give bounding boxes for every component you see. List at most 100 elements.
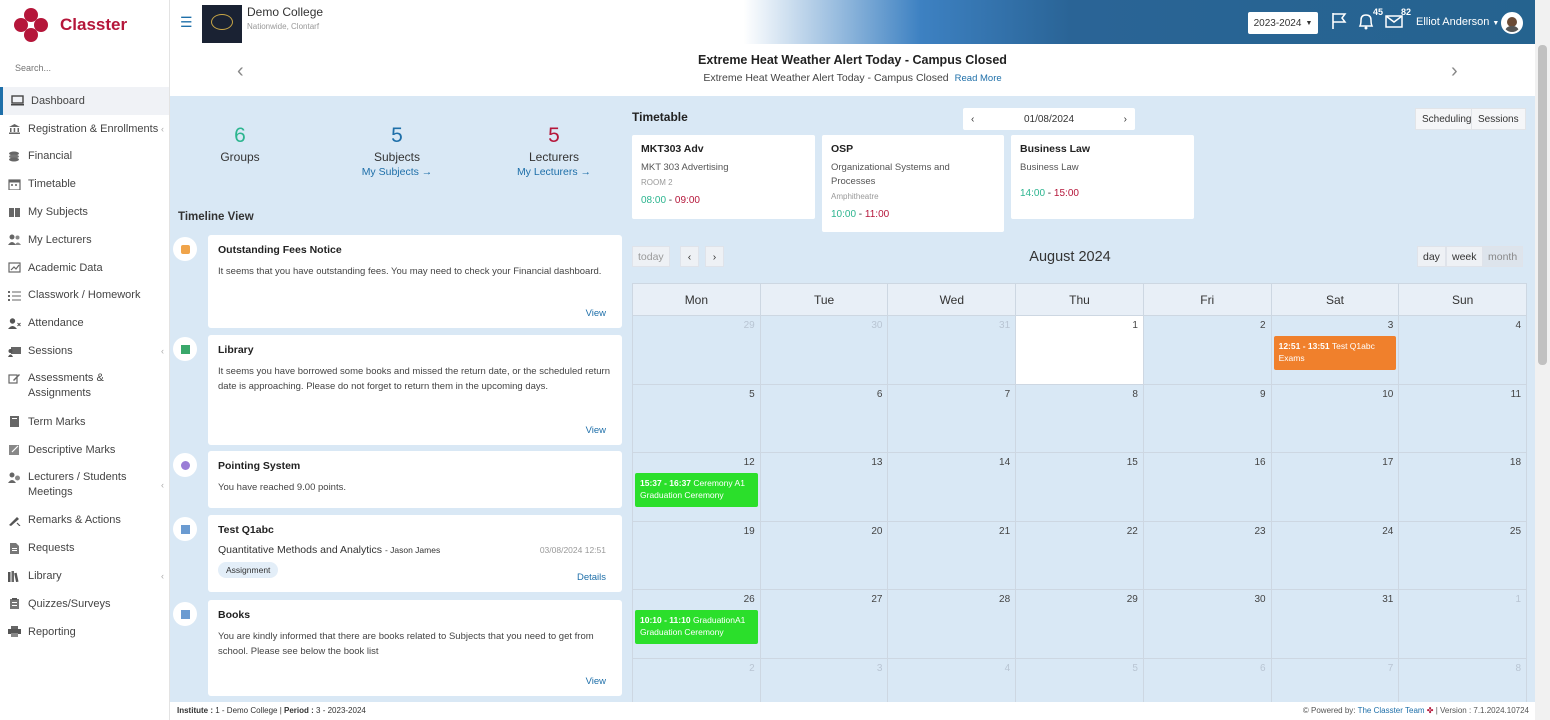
calendar-day-cell[interactable]: 24 xyxy=(1272,521,1400,589)
calendar-prev-button[interactable]: ‹ xyxy=(680,246,699,267)
sidebar-item-my-lecturers[interactable]: My Lecturers xyxy=(0,226,169,254)
sidebar-item-sessions[interactable]: Sessions ‹ xyxy=(0,337,169,365)
calendar-day-cell[interactable]: 31 xyxy=(1272,590,1400,658)
sidebar-item-remarks[interactable]: Remarks & Actions xyxy=(0,507,169,535)
page-scrollbar[interactable] xyxy=(1535,0,1550,720)
calendar-day-cell[interactable]: 10 xyxy=(1272,384,1400,452)
sidebar-search-input[interactable] xyxy=(8,58,158,78)
chevron-right-icon[interactable]: › xyxy=(1124,114,1127,125)
calendar-event[interactable]: 15:37 - 16:37 Ceremony A1 Graduation Cere… xyxy=(635,473,758,507)
sidebar-item-registration[interactable]: Registration & Enrollments ‹ xyxy=(0,115,169,143)
calendar-day-cell[interactable]: 4 xyxy=(1399,316,1526,384)
chevron-left-icon[interactable]: ‹ xyxy=(971,114,974,125)
sidebar-item-academic-data[interactable]: Academic Data xyxy=(0,254,169,282)
read-more-link[interactable]: Read More xyxy=(955,73,1002,84)
weekday-label: Mon xyxy=(633,284,761,315)
calendar-day-cell[interactable]: 1 xyxy=(1016,316,1144,384)
my-lecturers-link[interactable]: My Lecturers → xyxy=(484,166,624,178)
calendar-week-row: 19 20 21 22 23 24 25 xyxy=(633,521,1526,590)
sidebar-item-my-subjects[interactable]: My Subjects xyxy=(0,198,169,226)
footer: Institute : 1 - Demo College | Period : … xyxy=(170,702,1535,720)
view-link[interactable]: View xyxy=(586,308,606,319)
calendar-day-cell[interactable]: 13 xyxy=(761,453,889,521)
calendar-day-cell[interactable]: 19 xyxy=(633,521,761,589)
sidebar-item-descriptive-marks[interactable]: Descriptive Marks xyxy=(0,436,169,464)
calendar-day-cell[interactable]: 29 xyxy=(633,316,761,384)
timetable-class-card[interactable]: OSP Organizational Systems and Processes… xyxy=(822,135,1004,232)
calendar-day-cell[interactable]: 8 xyxy=(1016,384,1144,452)
calendar-day-cell[interactable]: 20 xyxy=(761,521,889,589)
day-number: 20 xyxy=(871,525,883,537)
sidebar-item-timetable[interactable]: Timetable xyxy=(0,170,169,198)
calendar-day-cell[interactable]: 18 xyxy=(1399,453,1526,521)
hamburger-menu-icon[interactable]: ☰ xyxy=(180,14,193,31)
view-week-button[interactable]: week xyxy=(1446,246,1483,267)
calendar-day-cell[interactable]: 23 xyxy=(1144,521,1272,589)
calendar-event[interactable]: 10:10 - 11:10 GraduationA1 Graduation Cer… xyxy=(635,610,758,644)
view-day-button[interactable]: day xyxy=(1417,246,1446,267)
today-button[interactable]: today xyxy=(632,246,670,267)
calendar-day-cell[interactable]: 22 xyxy=(1016,521,1144,589)
sidebar-item-meetings[interactable]: Lecturers / Students Meetings ‹ xyxy=(0,464,169,507)
academic-year-select[interactable]: 2023-2024 ▼ xyxy=(1248,12,1318,34)
timetable-date[interactable]: 01/08/2024 xyxy=(1024,114,1074,125)
my-subjects-link[interactable]: My Subjects → xyxy=(327,166,467,178)
top-bar: ☰ Demo College Nationwide, Clontarf 2023… xyxy=(170,0,1535,44)
sidebar-item-quizzes[interactable]: Quizzes/Surveys xyxy=(0,590,169,618)
calendar-day-cell[interactable]: 28 xyxy=(888,590,1017,658)
classter-logo[interactable]: Classter xyxy=(14,8,127,42)
classter-team-link[interactable]: The Classter Team xyxy=(1358,706,1425,715)
calendar-day-cell[interactable]: 29 xyxy=(1016,590,1144,658)
calendar-day-cell[interactable]: 5 xyxy=(633,384,761,452)
powered-by: Powered by: xyxy=(1311,706,1356,715)
sidebar-item-dashboard[interactable]: Dashboard xyxy=(0,87,169,115)
chevron-right-icon[interactable]: › xyxy=(1451,60,1458,83)
calendar-day-cell[interactable]: 11 xyxy=(1399,385,1526,453)
sidebar-item-library[interactable]: Library ‹ xyxy=(0,562,169,590)
calendar-day-cell[interactable]: 27 xyxy=(761,590,889,658)
stat-groups: 6 Groups xyxy=(170,124,310,164)
view-link[interactable]: View xyxy=(586,676,606,687)
details-link[interactable]: Details xyxy=(577,572,606,583)
calendar-day-cell[interactable]: 30 xyxy=(761,316,889,384)
view-month-button[interactable]: month xyxy=(1482,246,1524,267)
messages-button[interactable]: 82 xyxy=(1383,7,1411,32)
sidebar-item-assessments[interactable]: Assessments & Assignments xyxy=(0,365,169,408)
calendar-day-cell[interactable]: 16 xyxy=(1144,453,1272,521)
calendar-day-cell[interactable]: 21 xyxy=(888,521,1017,589)
sidebar-item-term-marks[interactable]: Term Marks xyxy=(0,408,169,436)
sidebar-menu: Dashboard Registration & Enrollments ‹ Fi… xyxy=(0,87,169,646)
sessions-button[interactable]: Sessions xyxy=(1471,108,1526,130)
calendar-day-cell[interactable]: 15 xyxy=(1016,453,1144,521)
calendar-day-cell[interactable]: 17 xyxy=(1272,453,1400,521)
sidebar-item-classwork[interactable]: Classwork / Homework xyxy=(0,282,169,310)
calendar-day-cell[interactable]: 31 xyxy=(888,316,1017,384)
calendar-day-cell[interactable]: 14 xyxy=(888,453,1017,521)
calendar-day-cell[interactable]: 1 xyxy=(1399,590,1526,658)
calendar-day-cell[interactable]: 3 12:51 - 13:51 Test Q1abc Exams xyxy=(1272,316,1400,384)
sidebar-item-attendance[interactable]: Attendance xyxy=(0,309,169,337)
calendar-day-cell[interactable]: 9 xyxy=(1144,384,1272,452)
user-menu[interactable]: Elliot Anderson ▼ xyxy=(1416,16,1499,28)
calendar-day-cell[interactable]: 26 10:10 - 11:10 GraduationA1 Graduation C… xyxy=(633,590,761,658)
sidebar-item-financial[interactable]: Financial xyxy=(0,143,169,171)
calendar-day-cell[interactable]: 7 xyxy=(888,384,1017,452)
calendar-day-cell[interactable]: 25 xyxy=(1399,522,1526,590)
sidebar-item-requests[interactable]: Requests xyxy=(0,534,169,562)
calendar-day-cell[interactable]: 30 xyxy=(1144,590,1272,658)
calendar-day-cell[interactable]: 2 xyxy=(1144,316,1272,384)
college-name[interactable]: Demo College xyxy=(247,5,323,19)
sidebar-item-reporting[interactable]: Reporting xyxy=(0,618,169,646)
timetable-class-card[interactable]: Business Law Business Law 14:00 - 15:00 xyxy=(1011,135,1194,219)
calendar-event[interactable]: 12:51 - 13:51 Test Q1abc Exams xyxy=(1273,336,1397,370)
notifications-button[interactable]: 45 xyxy=(1355,7,1383,32)
calendar-day-cell[interactable]: 12 15:37 - 16:37 Ceremony A1 Graduation Ce… xyxy=(633,453,761,521)
scheduling-button[interactable]: Scheduling xyxy=(1415,108,1479,130)
view-link[interactable]: View xyxy=(586,425,606,436)
avatar[interactable] xyxy=(1501,12,1523,34)
calendar-next-button[interactable]: › xyxy=(705,246,724,267)
flag-icon[interactable] xyxy=(1328,10,1350,32)
book-icon xyxy=(8,207,21,218)
calendar-day-cell[interactable]: 6 xyxy=(761,384,889,452)
timetable-class-card[interactable]: MKT303 Adv MKT 303 Advertising ROOM 2 08… xyxy=(632,135,815,219)
